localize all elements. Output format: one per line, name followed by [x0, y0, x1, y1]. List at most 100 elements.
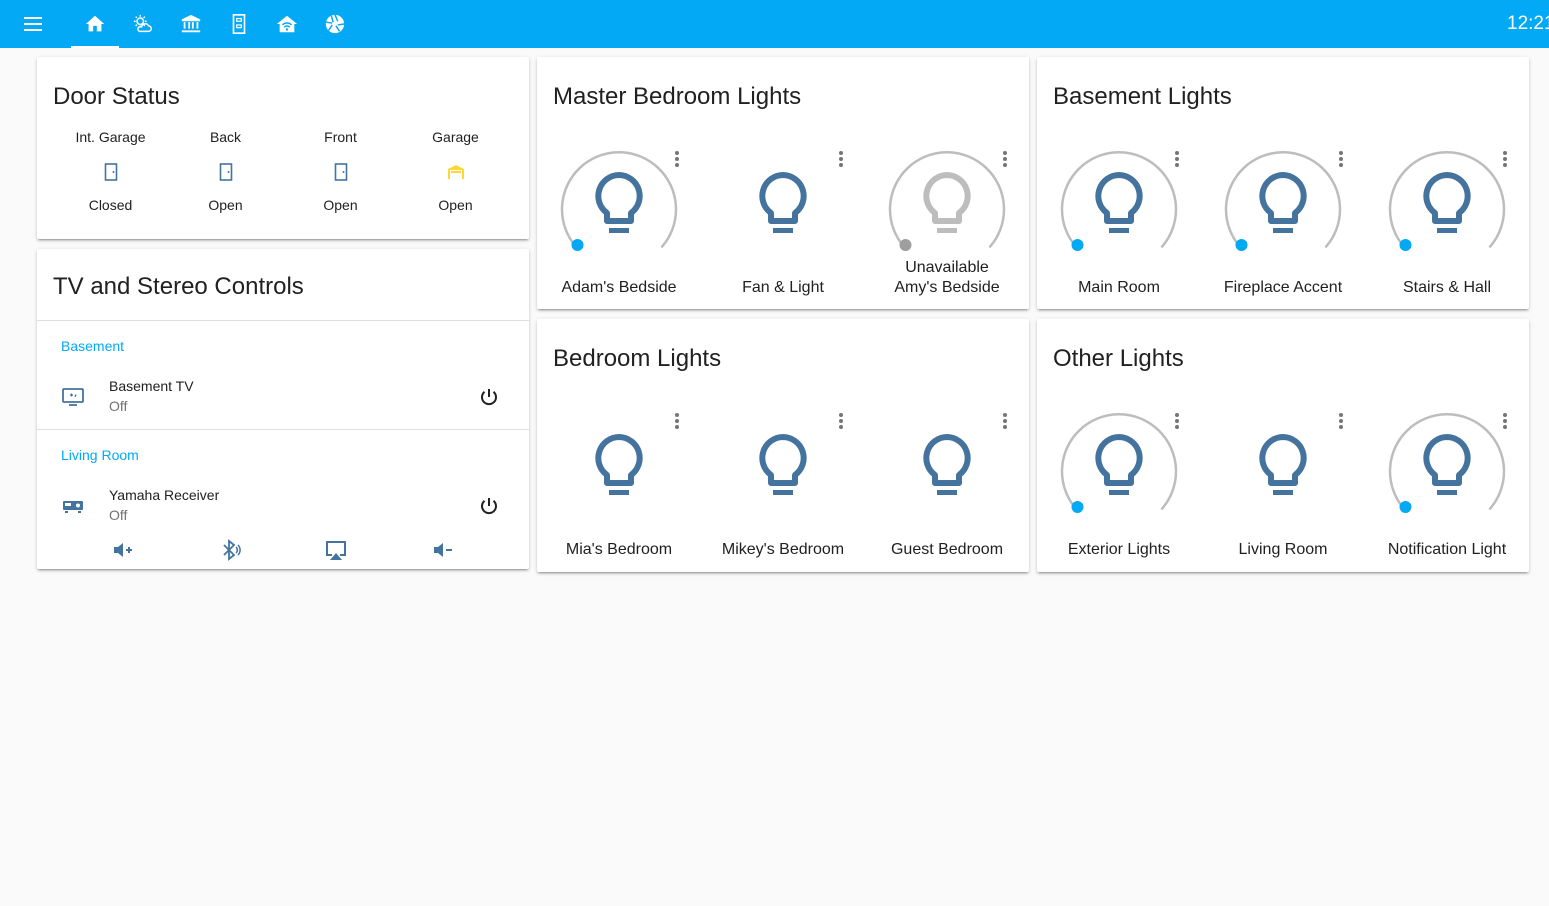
more-vert-icon[interactable]	[995, 411, 1015, 431]
garage-open-icon	[447, 165, 464, 179]
more-vert-icon[interactable]	[1495, 149, 1515, 169]
lightbulb-base	[609, 490, 629, 495]
lightbulb-icon	[1259, 434, 1307, 486]
brightness-dial	[923, 434, 971, 495]
tab-home-network[interactable]	[263, 0, 311, 48]
dial-handle	[1235, 239, 1248, 251]
card-title: TV and Stereo Controls	[53, 273, 304, 300]
light-tile[interactable]: Living Room	[1201, 409, 1365, 589]
brightness-dial[interactable]	[1387, 147, 1507, 267]
bluetooth-audio-icon[interactable]	[218, 538, 242, 562]
door-icon	[232, 14, 246, 34]
volume-plus-icon[interactable]	[111, 538, 135, 562]
more-vert-icon[interactable]	[1331, 411, 1351, 431]
brightness-dial	[595, 434, 643, 495]
dial-track	[560, 151, 678, 249]
more-vert-icon[interactable]	[667, 411, 687, 431]
light-name: Living Room	[1238, 541, 1328, 558]
clock: 12:21	[1507, 13, 1549, 34]
light-name: Stairs & Hall	[1402, 279, 1492, 296]
group-label-living-room: Living Room	[61, 447, 139, 463]
group-label-basement: Basement	[61, 338, 125, 354]
card-title: Basement Lights	[1053, 83, 1232, 110]
brightness-dial[interactable]	[559, 147, 679, 267]
door-back[interactable]: Back Open	[168, 129, 283, 213]
light-tile[interactable]: Exterior Lights	[1037, 409, 1201, 589]
menu-icon[interactable]	[22, 14, 46, 34]
dial-track	[1388, 413, 1506, 511]
dial-handle	[571, 239, 584, 251]
brightness-dial[interactable]	[887, 147, 1007, 267]
lightbulb-icon	[1095, 434, 1143, 486]
door-int-garage[interactable]: Int. Garage Closed	[53, 129, 168, 213]
more-vert-icon[interactable]	[1167, 149, 1187, 169]
brightness-dial[interactable]	[1223, 147, 1343, 267]
door-state: Open	[323, 197, 358, 213]
door-garage[interactable]: Garage Open	[398, 129, 513, 213]
tab-home[interactable]	[71, 0, 119, 48]
volume-minus-icon[interactable]	[431, 538, 455, 562]
light-tile[interactable]: Adam's Bedside	[537, 147, 701, 327]
card-title: Master Bedroom Lights	[553, 83, 802, 110]
light-name: Fan & Light	[742, 279, 824, 296]
power-icon[interactable]	[477, 494, 501, 518]
tab-weather[interactable]	[119, 0, 167, 48]
dial-handle	[1399, 501, 1412, 513]
more-vert-icon[interactable]	[1167, 411, 1187, 431]
light-name: Guest Bedroom	[890, 541, 1004, 558]
lightbulb-base	[937, 490, 957, 495]
light-tile[interactable]: Mikey's Bedroom	[701, 409, 865, 589]
light-tile[interactable]: Notification Light	[1365, 409, 1529, 589]
lightbulb-base	[1437, 228, 1457, 233]
door-name: Int. Garage	[75, 129, 146, 145]
more-vert-icon[interactable]	[831, 149, 851, 169]
card-title: Bedroom Lights	[553, 345, 722, 372]
light-tile[interactable]: Fireplace Accent	[1201, 147, 1365, 327]
brightness-dial[interactable]	[1387, 409, 1507, 529]
light-tile[interactable]: Unavailable Amy's Bedside	[865, 147, 1029, 327]
tv-stereo-card: TV and Stereo Controls Basement Basement…	[37, 249, 529, 569]
door-icon	[334, 163, 347, 181]
power-icon[interactable]	[477, 385, 501, 409]
light-tile[interactable]: Guest Bedroom	[865, 409, 1029, 589]
home-wifi-icon	[276, 15, 298, 33]
media-device-name[interactable]: Basement TV	[109, 378, 194, 394]
dial-handle	[1071, 239, 1084, 251]
brightness-dial	[759, 172, 807, 233]
light-tile[interactable]: Fan & Light	[701, 147, 865, 327]
door-state: Open	[438, 197, 473, 213]
more-vert-icon[interactable]	[667, 149, 687, 169]
lightbulb-icon	[1095, 172, 1143, 224]
brightness-dial[interactable]	[1059, 409, 1179, 529]
brightness-dial	[759, 434, 807, 495]
light-name: Fireplace Accent	[1223, 279, 1343, 296]
door-front[interactable]: Front Open	[283, 129, 398, 213]
lightbulb-base	[773, 228, 793, 233]
door-icon	[219, 163, 232, 181]
airplay-icon[interactable]	[324, 538, 348, 562]
more-vert-icon[interactable]	[1495, 411, 1515, 431]
tab-camera[interactable]	[311, 0, 359, 48]
door-name: Garage	[432, 129, 479, 145]
tab-doors[interactable]	[215, 0, 263, 48]
dial-track	[1060, 151, 1178, 249]
media-device-name[interactable]: Yamaha Receiver	[109, 487, 219, 503]
lightbulb-icon	[923, 172, 971, 224]
light-tile[interactable]: Main Room	[1037, 147, 1201, 327]
more-vert-icon[interactable]	[995, 149, 1015, 169]
door-name: Front	[324, 129, 357, 145]
light-name: Adam's Bedside	[561, 279, 677, 296]
bedroom-lights-card: Bedroom Lights Mia's Bedroom Mikey's Bedr…	[537, 319, 1029, 572]
light-name: Mikey's Bedroom	[721, 541, 845, 558]
lightbulb-icon	[1423, 434, 1471, 486]
brightness-dial[interactable]	[1059, 147, 1179, 267]
light-tile[interactable]: Mia's Bedroom	[537, 409, 701, 589]
more-vert-icon[interactable]	[1331, 149, 1351, 169]
more-vert-icon[interactable]	[831, 411, 851, 431]
brightness-dial	[1259, 434, 1307, 495]
master-bedroom-lights-card: Master Bedroom Lights Adam's Bedside Fan …	[537, 57, 1029, 309]
door-name: Back	[209, 129, 242, 145]
tab-bank[interactable]	[167, 0, 215, 48]
dial-handle	[1399, 239, 1412, 251]
light-tile[interactable]: Stairs & Hall	[1365, 147, 1529, 327]
